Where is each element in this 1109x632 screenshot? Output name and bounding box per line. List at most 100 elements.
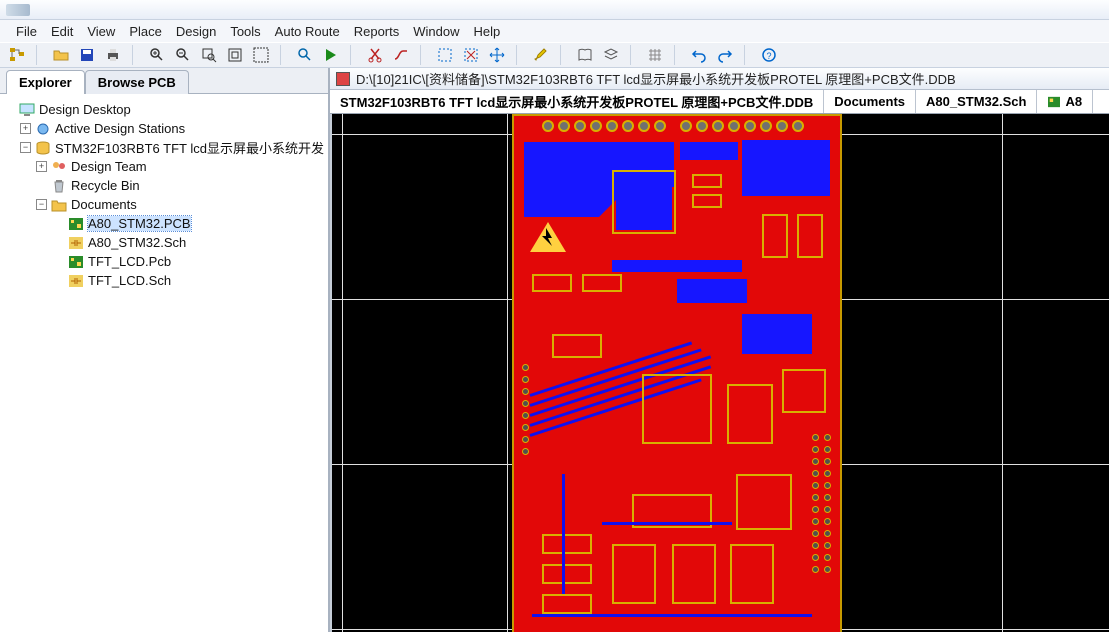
menu-file[interactable]: File — [16, 24, 37, 39]
menu-edit[interactable]: Edit — [51, 24, 73, 39]
database-icon — [35, 141, 51, 155]
menu-tools[interactable]: Tools — [230, 24, 260, 39]
copper-pour — [742, 314, 812, 354]
menu-view[interactable]: View — [87, 24, 115, 39]
expand-icon[interactable]: + — [36, 161, 47, 172]
tree-label: A80_STM32.Sch — [88, 235, 186, 250]
highlight-icon[interactable] — [532, 46, 550, 64]
layers-icon[interactable] — [602, 46, 620, 64]
doc-tab-pcb[interactable]: A8 — [1037, 90, 1093, 113]
pcb-file-icon — [68, 217, 84, 231]
tree-recycle-bin[interactable]: Recycle Bin — [4, 176, 324, 195]
toolbar-separator — [350, 45, 356, 65]
deselect-icon[interactable] — [462, 46, 480, 64]
tree-root[interactable]: Design Desktop — [4, 100, 324, 119]
sidebar-tabs: Explorer Browse PCB — [0, 68, 328, 94]
pcb-canvas[interactable] — [330, 114, 1109, 632]
team-icon — [51, 160, 67, 174]
app-icon — [6, 4, 30, 16]
tree-label: TFT_LCD.Sch — [88, 273, 171, 288]
tree-doc-sch2[interactable]: TFT_LCD.Sch — [4, 271, 324, 290]
ic-outline — [642, 374, 712, 444]
doc-tab-ddb[interactable]: STM32F103RBT6 TFT lcd显示屏最小系统开发板PROTEL 原理… — [330, 90, 824, 113]
tree-design-team[interactable]: + Design Team — [4, 157, 324, 176]
pcb-file-icon — [68, 255, 84, 269]
tree-label: STM32F103RBT6 TFT lcd显示屏最小系统开发 — [55, 138, 324, 157]
zoom-fit2-icon[interactable] — [252, 46, 270, 64]
header-pins-right — [812, 434, 819, 573]
window-title-bar — [0, 0, 1109, 20]
doc-tab-documents[interactable]: Documents — [824, 90, 916, 113]
document-path: D:\[10]21IC\[资料储备]\STM32F103RBT6 TFT lcd… — [356, 69, 956, 88]
tree-label: Recycle Bin — [71, 178, 140, 193]
save-icon[interactable] — [78, 46, 96, 64]
menu-window[interactable]: Window — [413, 24, 459, 39]
header-pins-left — [522, 364, 529, 455]
zoom-area-icon[interactable] — [200, 46, 218, 64]
document-tabs: STM32F103RBT6 TFT lcd显示屏最小系统开发板PROTEL 原理… — [330, 90, 1109, 114]
menu-reports[interactable]: Reports — [354, 24, 400, 39]
zoom-out-icon[interactable] — [174, 46, 192, 64]
print-icon[interactable] — [104, 46, 122, 64]
tree-active-stations[interactable]: + Active Design Stations — [4, 119, 324, 138]
pcb-file-icon — [1047, 96, 1061, 108]
recycle-icon — [51, 179, 67, 193]
tab-browse-pcb[interactable]: Browse PCB — [85, 70, 189, 94]
tree-doc-pcb1[interactable]: A80_STM32.PCB — [4, 214, 324, 233]
redo-icon[interactable] — [716, 46, 734, 64]
find-icon[interactable] — [296, 46, 314, 64]
expand-icon[interactable]: + — [20, 123, 31, 134]
header-pins-top — [542, 120, 804, 132]
collapse-icon[interactable]: − — [20, 142, 31, 153]
route-icon[interactable] — [392, 46, 410, 64]
doc-tab-label: A80_STM32.Sch — [926, 94, 1026, 109]
select-rect-icon[interactable] — [436, 46, 454, 64]
sch-file-icon — [68, 274, 84, 288]
menu-design[interactable]: Design — [176, 24, 216, 39]
document-title-bar: D:\[10]21IC\[资料储备]\STM32F103RBT6 TFT lcd… — [330, 68, 1109, 90]
library-icon[interactable] — [576, 46, 594, 64]
move-icon[interactable] — [488, 46, 506, 64]
tree-label: Active Design Stations — [55, 121, 185, 136]
ddb-icon — [336, 72, 350, 86]
zoom-fit-icon[interactable] — [226, 46, 244, 64]
expand-spacer — [4, 104, 15, 115]
tree-label: Documents — [71, 197, 137, 212]
copper-pour — [680, 142, 738, 160]
sch-file-icon — [68, 236, 84, 250]
desktop-icon — [19, 103, 35, 117]
toolbar-separator — [516, 45, 522, 65]
help-icon[interactable]: ? — [760, 46, 778, 64]
folder-icon — [51, 198, 67, 212]
grid-icon[interactable] — [646, 46, 664, 64]
menu-autoroute[interactable]: Auto Route — [275, 24, 340, 39]
doc-tab-sch[interactable]: A80_STM32.Sch — [916, 90, 1037, 113]
toolbar-separator — [280, 45, 286, 65]
menu-place[interactable]: Place — [129, 24, 162, 39]
cut-icon[interactable] — [366, 46, 384, 64]
header-pins-right — [824, 434, 831, 573]
run-icon[interactable] — [322, 46, 340, 64]
toolbar-separator — [744, 45, 750, 65]
copper-pour — [742, 140, 830, 196]
tree-doc-sch1[interactable]: A80_STM32.Sch — [4, 233, 324, 252]
zoom-in-icon[interactable] — [148, 46, 166, 64]
toolbar-separator — [36, 45, 42, 65]
collapse-icon[interactable]: − — [36, 199, 47, 210]
undo-icon[interactable] — [690, 46, 708, 64]
tree-doc-pcb2[interactable]: TFT_LCD.Pcb — [4, 252, 324, 271]
tree-project[interactable]: − STM32F103RBT6 TFT lcd显示屏最小系统开发 — [4, 138, 324, 157]
tree-icon[interactable] — [8, 46, 26, 64]
document-area: D:\[10]21IC\[资料储备]\STM32F103RBT6 TFT lcd… — [330, 68, 1109, 632]
pcb-board — [512, 114, 842, 632]
expand-spacer — [36, 180, 47, 191]
toolbar-separator — [630, 45, 636, 65]
explorer-panel: Explorer Browse PCB Design Desktop + Act… — [0, 68, 330, 632]
station-icon — [35, 122, 51, 136]
menu-help[interactable]: Help — [474, 24, 501, 39]
explorer-tree[interactable]: Design Desktop + Active Design Stations … — [0, 94, 328, 632]
open-icon[interactable] — [52, 46, 70, 64]
tab-explorer[interactable]: Explorer — [6, 70, 85, 94]
tree-label: Design Team — [71, 159, 147, 174]
tree-documents[interactable]: − Documents — [4, 195, 324, 214]
